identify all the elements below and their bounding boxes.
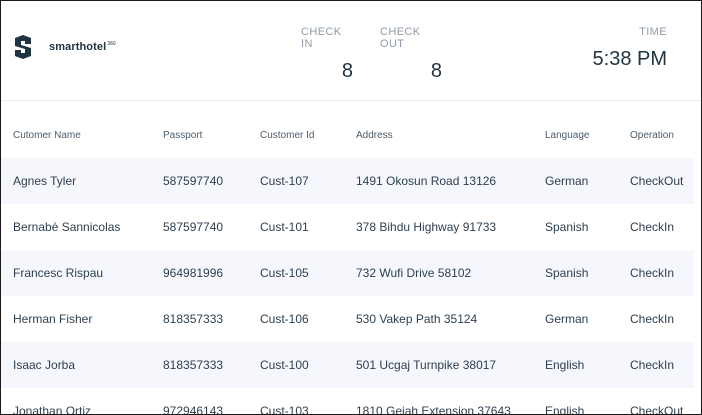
table-row[interactable]: Bernabè Sannicolas 587597740 Cust-101 37…	[1, 204, 694, 250]
checkout-stat: CHECK OUT 8	[380, 26, 442, 83]
cell-passport: 587597740	[162, 158, 259, 204]
cell-passport: 964981996	[162, 250, 259, 296]
column-header-operation[interactable]: Operation	[629, 101, 694, 158]
cell-address: 530 Vakep Path 35124	[355, 296, 544, 342]
checkin-label: CHECK IN	[301, 26, 342, 50]
checkin-stat: CHECK IN 8	[301, 26, 353, 83]
brand-name-text: smarthotel	[49, 41, 107, 53]
cell-address: 501 Ucgaj Turnpike 38017	[355, 342, 544, 388]
cell-language: German	[544, 158, 629, 204]
cell-customer-name: Bernabè Sannicolas	[1, 204, 162, 250]
brand-logo[interactable]: smarthotel360	[12, 35, 116, 59]
cell-address: 1491 Okosun Road 13126	[355, 158, 544, 204]
cell-customer-id: Cust-101	[259, 204, 355, 250]
checkout-count: 8	[430, 60, 442, 82]
current-time: 5:38 PM	[592, 48, 667, 70]
dashboard-header: smarthotel360 CHECK IN 8 CHECK OUT 8 TIM…	[1, 1, 701, 101]
cell-customer-id: Cust-106	[259, 296, 355, 342]
cell-operation: CheckIn	[629, 250, 694, 296]
cell-language: Spanish	[544, 204, 629, 250]
cell-customer-name: Jonathan Ortiz	[1, 388, 162, 414]
cell-passport: 818357333	[162, 342, 259, 388]
table-row[interactable]: Jonathan Ortiz 972946143 Cust-103 1810 G…	[1, 388, 694, 414]
cell-operation: CheckIn	[629, 296, 694, 342]
table-row[interactable]: Herman Fisher 818357333 Cust-106 530 Vak…	[1, 296, 694, 342]
checkout-label: CHECK OUT	[380, 26, 421, 50]
cell-language: English	[544, 342, 629, 388]
checkin-count: 8	[341, 60, 353, 82]
column-header-address[interactable]: Address	[355, 101, 544, 158]
column-header-language[interactable]: Language	[544, 101, 629, 158]
cell-language: Spanish	[544, 250, 629, 296]
cell-customer-name: Isaac Jorba	[1, 342, 162, 388]
cell-language: German	[544, 296, 629, 342]
column-header-customer-name[interactable]: Cutomer Name	[1, 101, 162, 158]
table-row[interactable]: Isaac Jorba 818357333 Cust-100 501 Ucgaj…	[1, 342, 694, 388]
column-header-passport[interactable]: Passport	[162, 101, 259, 158]
brand-name: smarthotel360	[49, 41, 116, 53]
cell-customer-name: Herman Fisher	[1, 296, 162, 342]
table-header-row: Cutomer Name Passport Customer Id Addres…	[1, 101, 694, 158]
cell-operation: CheckOut	[629, 388, 694, 414]
column-header-customer-id[interactable]: Customer Id	[259, 101, 355, 158]
cell-customer-id: Cust-100	[259, 342, 355, 388]
guest-table: Cutomer Name Passport Customer Id Addres…	[1, 101, 694, 414]
cell-operation: CheckIn	[629, 204, 694, 250]
cell-customer-id: Cust-105	[259, 250, 355, 296]
smarthotel-logo-icon	[15, 35, 31, 59]
cell-passport: 972946143	[162, 388, 259, 414]
time-stat: TIME 5:38 PM	[593, 26, 667, 71]
cell-customer-id: Cust-103	[259, 388, 355, 414]
cell-address: 732 Wufi Drive 58102	[355, 250, 544, 296]
cell-operation: CheckIn	[629, 342, 694, 388]
cell-language: English	[544, 388, 629, 414]
table-row[interactable]: Francesc Rispau 964981996 Cust-105 732 W…	[1, 250, 694, 296]
cell-customer-name: Agnes Tyler	[1, 158, 162, 204]
cell-customer-name: Francesc Rispau	[1, 250, 162, 296]
cell-operation: CheckOut	[629, 158, 694, 204]
cell-customer-id: Cust-107	[259, 158, 355, 204]
cell-passport: 818357333	[162, 296, 259, 342]
app-window: smarthotel360 CHECK IN 8 CHECK OUT 8 TIM…	[0, 0, 702, 415]
cell-passport: 587597740	[162, 204, 259, 250]
table-row[interactable]: Agnes Tyler 587597740 Cust-107 1491 Okos…	[1, 158, 694, 204]
cell-address: 1810 Gejah Extension 37643	[355, 388, 544, 414]
time-label: TIME	[639, 26, 667, 38]
brand-sup: 360	[107, 41, 116, 48]
cell-address: 378 Bihdu Highway 91733	[355, 204, 544, 250]
